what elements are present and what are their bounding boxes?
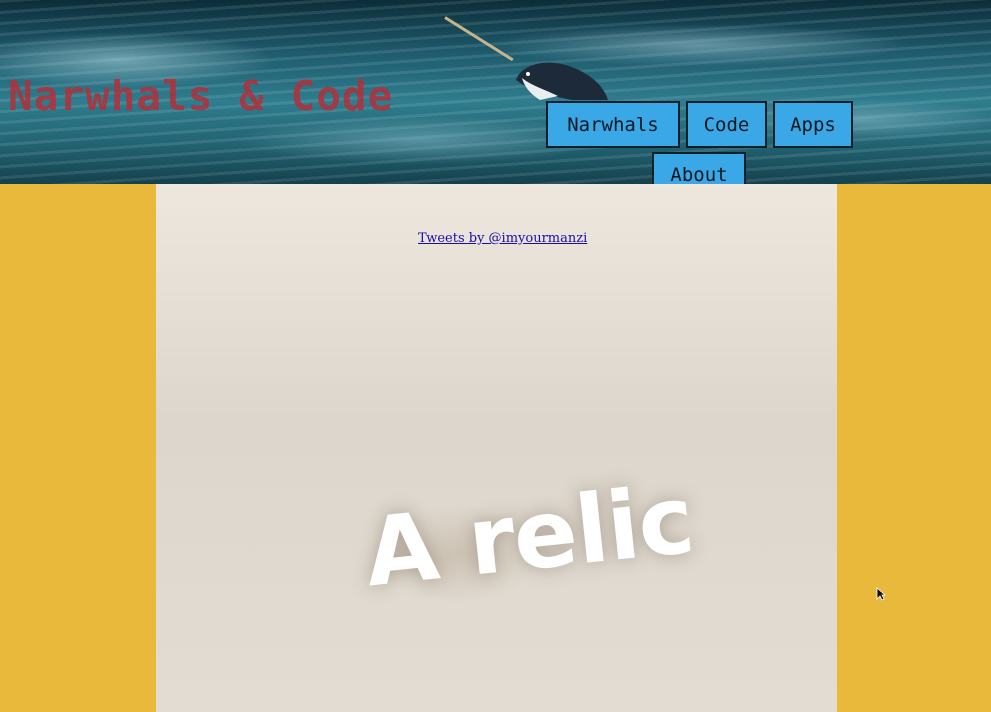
narwhal-tusk [444,16,514,62]
mouse-cursor-icon [876,587,886,601]
tweets-link[interactable]: Tweets by @imyourmanzi [418,231,587,246]
nav-apps-button[interactable]: Apps [773,101,853,148]
main-content-area [156,184,837,712]
nav-about-button[interactable]: About [652,152,746,184]
narwhal-icon [516,62,608,100]
header-banner: Narwhals & Code Narwhals Code Apps About [0,0,991,184]
nav-code-button[interactable]: Code [686,101,767,148]
nav-narwhals-button[interactable]: Narwhals [546,101,680,148]
site-title[interactable]: Narwhals & Code [8,72,393,120]
